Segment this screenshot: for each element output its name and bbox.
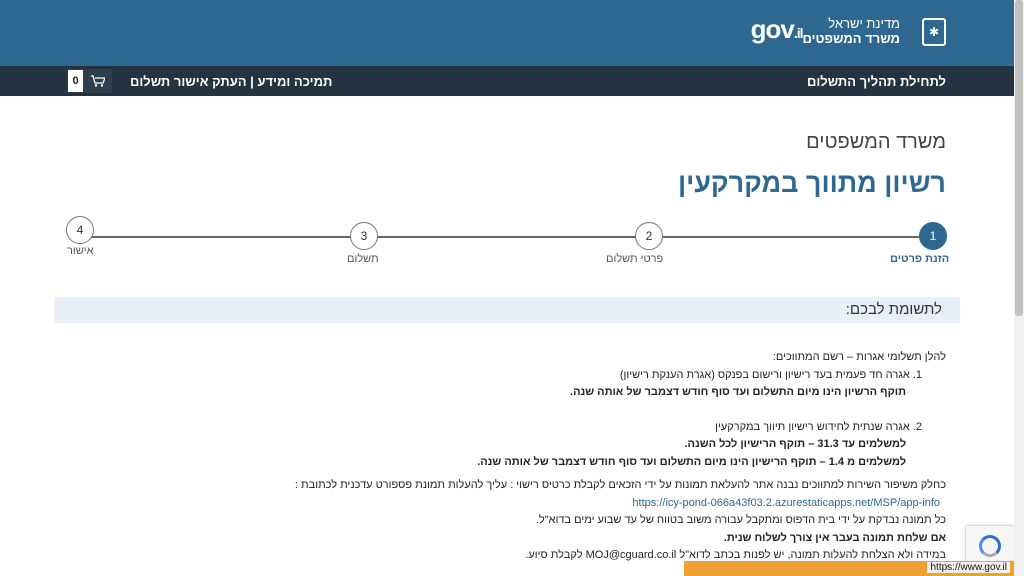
brand[interactable]: gov.il מדינת ישראל משרד המשפטים [751,14,914,48]
notice-item-2-validity-2: למשלמים מ 1.4 – תוקף הרישיון הינו מיום ה… [477,455,906,468]
step-4-label: אישור [67,245,94,257]
stepper-line [80,236,934,238]
ministry-name: משרד המשפטים [806,131,946,153]
step-2-circle: 2 [635,222,663,250]
step-4-circle: 4 [66,216,94,244]
navbar: לתחילת תהליך התשלום תמיכה ומידע | העתק א… [0,66,1014,96]
status-url: https://www.gov.il [927,562,1010,573]
site-header: ✱ gov.il מדינת ישראל משרד המשפטים [0,0,1014,66]
page-title: רשיון מתווך במקרקעין [677,168,946,198]
step-1-label: הזנת פרטים [890,253,950,265]
notice-content: להלן תשלומי אגרות – רשם המתווכים: 1. אגר… [66,349,946,565]
support-link[interactable]: תמיכה ומידע [257,74,332,89]
notice-title: לתשומת לבכם: [845,301,942,318]
photo-upload-text: כחלק משיפור השירות למתווכים נבנה אתר להע… [294,479,946,491]
scrollbar-thumb[interactable] [1015,0,1023,316]
recaptcha-badge[interactable] [966,526,1014,566]
notice-item-2-validity-1: למשלמים עד 31.3 – תוקף הרישיון לכל השנה. [684,438,906,450]
brand-text: מדינת ישראל משרד המשפטים [803,16,900,47]
cart-button[interactable]: 0 [67,69,112,93]
recaptcha-icon [979,535,1001,557]
step-2-label: פרטי תשלום [606,253,664,265]
notice-intro: להלן תשלומי אגרות – רשם המתווכים: [772,351,946,363]
nav-separator: | [250,74,254,89]
gov-logo[interactable]: gov.il [751,14,804,48]
brand-line1: מדינת ישראל [828,15,900,31]
nav-links: תמיכה ומידע | העתק אישור תשלום [130,74,332,89]
notice-bar: לתשומת לבכם: [54,297,960,323]
notice-item-1-validity: תוקף הרשיון הינו מיום התשלום ועד סוף חוד… [570,386,906,398]
step-3-circle: 3 [350,222,378,250]
photo-check-text: כל תמונה נבדקת על ידי בית הדפוס ומתקבל ע… [535,514,946,526]
copy-confirmation-link[interactable]: העתק אישור תשלום [130,74,247,89]
step-1-circle: 1 [919,222,947,250]
notice-item-2: 2. אגרה שנתית לחידוש רישיון תיווך במקרקע… [715,420,922,433]
photo-resend-note: אם שלחת תמונה בעבר אין צורך לשלוח שנית. [723,531,946,544]
photo-upload-link[interactable]: https://icy-pond-066a43f03.2.azurestatic… [66,495,946,513]
scrollbar[interactable] [1014,0,1024,576]
step-3-label: תשלום [347,253,379,265]
menorah-emblem-icon: ✱ [922,18,946,46]
cart-count: 0 [68,70,83,92]
notice-item-1: 1. אגרה חד פעמית בעד רישיון ורישום בפנקס… [619,368,922,381]
status-bar: https://www.gov.il [684,561,1014,576]
help-email-link[interactable]: MOJ@cguard.co.il [586,549,677,561]
cart-icon [84,70,112,92]
start-process-link[interactable]: לתחילת תהליך התשלום [807,74,946,89]
brand-line2: משרד המשפטים [802,30,900,46]
